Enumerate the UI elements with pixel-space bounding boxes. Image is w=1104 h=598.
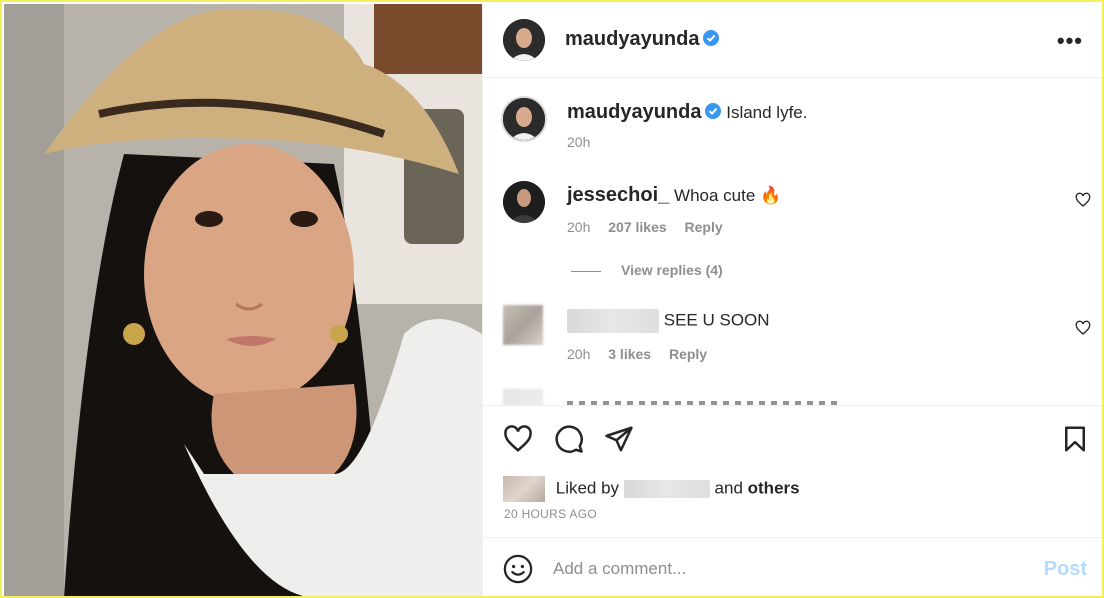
post-photo xyxy=(4,4,482,596)
comment-likes[interactable]: 3 likes xyxy=(608,346,651,362)
liker-avatars[interactable] xyxy=(503,476,545,502)
selfie-illustration xyxy=(4,4,482,596)
comment-likes[interactable]: 207 likes xyxy=(608,219,666,235)
caption-avatar[interactable] xyxy=(501,96,547,142)
heart-icon[interactable] xyxy=(503,424,533,454)
smiley-icon[interactable] xyxy=(503,554,533,584)
caption-username[interactable]: maudyayunda xyxy=(567,101,701,123)
caption-text: maudyayunda Island lyfe. xyxy=(567,101,807,124)
comment-bubble-icon[interactable] xyxy=(554,424,584,454)
author-avatar[interactable] xyxy=(503,19,545,61)
caption-time[interactable]: 20h xyxy=(567,134,590,150)
comment-item: SEE U SOON 20h 3 likes Reply xyxy=(483,297,1102,377)
avatar-image xyxy=(503,181,545,223)
avatar-image xyxy=(503,19,545,61)
caption-meta: 20h xyxy=(567,134,604,150)
commenter-username[interactable]: jessechoi_ xyxy=(567,184,669,206)
post-actions: Liked by and others 20 HOURS AGO xyxy=(483,405,1102,537)
verified-badge-icon xyxy=(705,103,722,119)
comment-time[interactable]: 20h xyxy=(567,346,590,362)
comment-item-partial xyxy=(483,385,1102,405)
comment-item: jessechoi_ Whoa cute 🔥 20h 207 likes Rep… xyxy=(483,169,1102,289)
caption-body: Island lyfe. xyxy=(726,103,808,122)
caption-row: maudyayunda Island lyfe. 20h xyxy=(483,79,1102,169)
author-username-link[interactable]: maudyayunda xyxy=(565,28,720,51)
liked-by-others-link[interactable]: others xyxy=(748,478,800,497)
commenter-avatar[interactable] xyxy=(503,181,545,223)
comments-list[interactable]: maudyayunda Island lyfe. 20h jessechoi_ … xyxy=(483,79,1102,405)
bookmark-icon[interactable] xyxy=(1060,424,1090,454)
comment-meta: 20h 207 likes Reply xyxy=(567,219,737,235)
post-header: maudyayunda ••• xyxy=(483,4,1102,78)
post-time-ago[interactable]: 20 HOURS AGO xyxy=(504,507,597,521)
avatar-image xyxy=(503,98,545,140)
more-options-icon[interactable]: ••• xyxy=(1057,28,1083,54)
comment-input[interactable] xyxy=(553,554,1023,584)
view-replies-button[interactable]: View replies (4) xyxy=(571,262,723,278)
screenshot-frame: maudyayunda ••• maudyayunda Island lyfe. xyxy=(0,0,1104,598)
comment-text: jessechoi_ Whoa cute 🔥 xyxy=(567,184,781,207)
comment-body: SEE U SOON xyxy=(663,310,770,330)
redacted-username[interactable] xyxy=(567,309,659,333)
liked-by-line: Liked by and others xyxy=(503,476,800,502)
liked-by-connector: and xyxy=(714,478,743,498)
liked-by-prefix: Liked by xyxy=(555,478,620,498)
comment-time[interactable]: 20h xyxy=(567,219,590,235)
commenter-avatar[interactable] xyxy=(503,389,543,405)
author-username: maudyayunda xyxy=(565,28,700,50)
comment-text: SEE U SOON xyxy=(567,309,770,333)
reply-button[interactable]: Reply xyxy=(669,346,707,362)
paper-plane-icon[interactable] xyxy=(604,424,634,454)
post-button[interactable]: Post xyxy=(1044,558,1087,581)
commenter-avatar[interactable] xyxy=(503,305,543,345)
comment-heart-icon[interactable] xyxy=(1075,192,1091,208)
comment-meta: 20h 3 likes Reply xyxy=(567,346,721,362)
redacted-liker-name[interactable] xyxy=(623,480,710,498)
comment-composer: Post xyxy=(483,537,1102,596)
comment-heart-icon[interactable] xyxy=(1075,320,1091,336)
post-details-panel: maudyayunda ••• maudyayunda Island lyfe. xyxy=(482,4,1102,596)
comment-body: Whoa cute 🔥 xyxy=(674,186,782,205)
reply-button[interactable]: Reply xyxy=(685,219,723,235)
verified-badge-icon xyxy=(703,30,720,46)
